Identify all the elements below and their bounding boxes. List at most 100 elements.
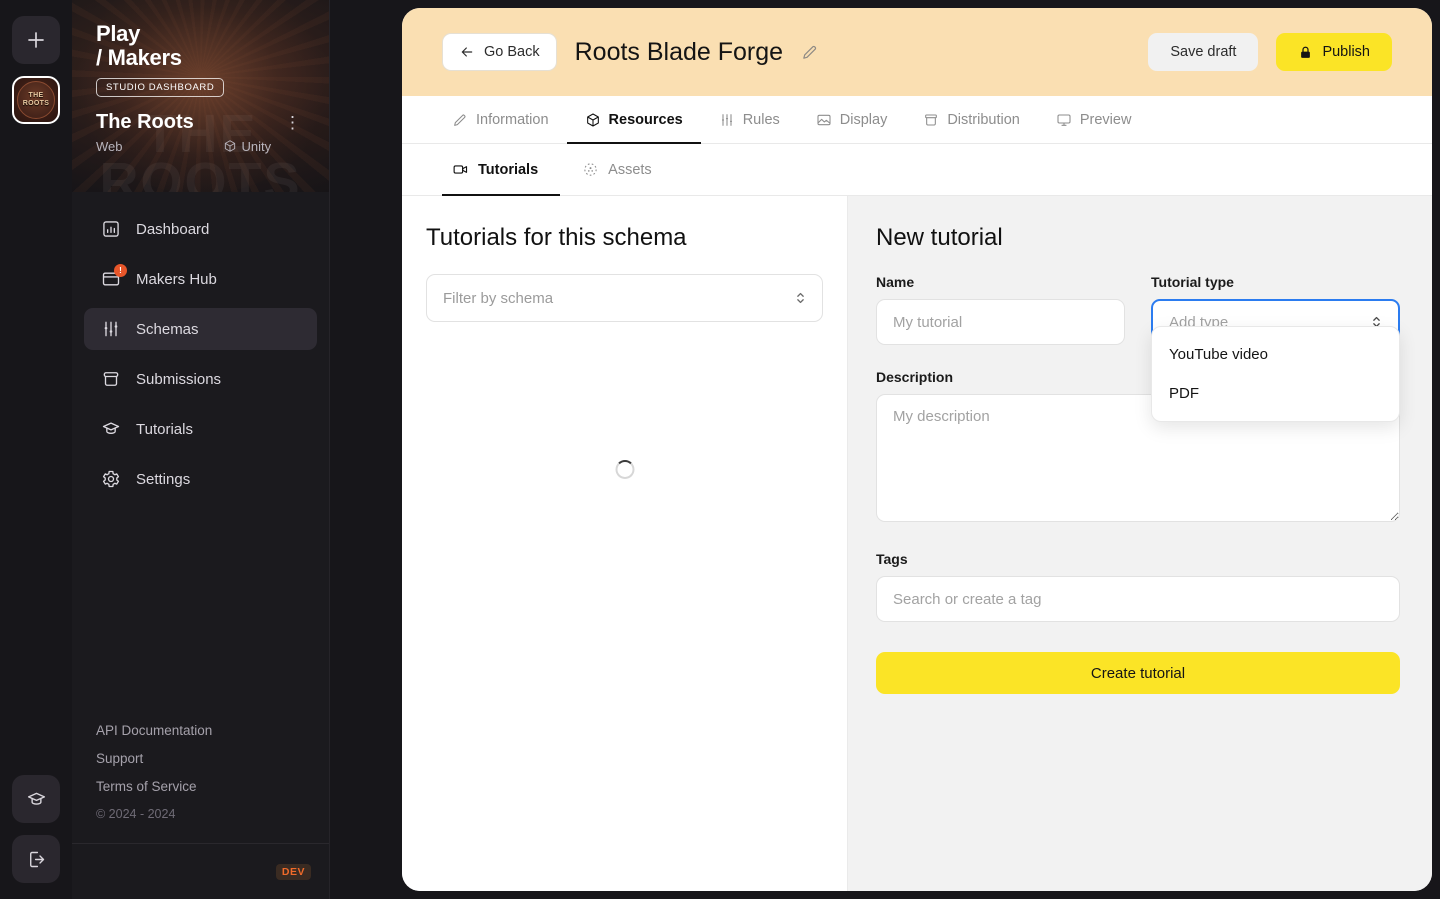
sidebar-item-label: Dashboard bbox=[136, 220, 210, 238]
name-input[interactable] bbox=[876, 299, 1125, 345]
go-back-label: Go Back bbox=[484, 44, 540, 60]
logout-button[interactable] bbox=[12, 835, 60, 883]
field-tags: Tags bbox=[876, 551, 1400, 622]
tags-input[interactable] bbox=[876, 576, 1400, 622]
tutorial-type-label: Tutorial type bbox=[1151, 274, 1234, 290]
sidebar-hero: THE ROOTS Play / Makers STUDIO DASHBOARD … bbox=[72, 0, 329, 192]
dev-bar: DEV bbox=[72, 843, 329, 899]
tab-label: Information bbox=[476, 111, 549, 128]
workspace-avatar[interactable]: THE ROOTS bbox=[12, 76, 60, 124]
tab-label: Rules bbox=[742, 111, 780, 128]
go-back-button[interactable]: Go Back bbox=[442, 33, 557, 71]
tags-label: Tags bbox=[876, 551, 908, 567]
video-camera-icon bbox=[453, 165, 468, 174]
sidebar-item-settings[interactable]: Settings bbox=[84, 458, 317, 500]
logout-icon bbox=[29, 851, 44, 867]
dropdown-option-pdf[interactable]: PDF bbox=[1152, 374, 1399, 413]
archive-box-icon bbox=[100, 368, 122, 390]
tutorials-list-heading: Tutorials for this schema bbox=[426, 224, 687, 251]
link-terms-of-service[interactable]: Terms of Service bbox=[96, 779, 305, 794]
sidebar: THE ROOTS Play / Makers STUDIO DASHBOARD … bbox=[72, 0, 330, 899]
tab-label: Preview bbox=[1079, 111, 1132, 128]
link-api-documentation[interactable]: API Documentation bbox=[96, 723, 305, 738]
filter-by-schema-select[interactable]: Filter by schema bbox=[426, 274, 823, 322]
field-tutorial-type: Tutorial type Add type YouTube video PDF bbox=[1151, 274, 1400, 422]
arrow-left-icon bbox=[461, 47, 473, 57]
sidebar-item-makers-hub[interactable]: ! Makers Hub bbox=[84, 258, 317, 300]
name-label: Name bbox=[876, 274, 915, 290]
studio-dashboard-badge: STUDIO DASHBOARD bbox=[96, 77, 225, 97]
content-split: Tutorials for this schema Filter by sche… bbox=[402, 196, 1432, 891]
sidebar-footer: API Documentation Support Terms of Servi… bbox=[72, 723, 329, 843]
sidebar-item-label: Schemas bbox=[136, 320, 199, 338]
brand-logo: Play / Makers bbox=[96, 22, 305, 70]
chart-bar-icon bbox=[100, 218, 122, 240]
chevron-updown-icon bbox=[795, 290, 806, 306]
link-support[interactable]: Support bbox=[96, 751, 305, 766]
image-icon bbox=[817, 114, 831, 125]
tab-label: Display bbox=[839, 111, 888, 128]
avatar-label: THE ROOTS bbox=[22, 92, 50, 107]
platform-unity: Unity bbox=[223, 138, 272, 154]
filter-by-schema-placeholder: Filter by schema bbox=[443, 289, 554, 307]
sub-tabs: Tutorials Assets bbox=[402, 144, 1432, 196]
platform-unity-label: Unity bbox=[241, 138, 272, 154]
sidebar-item-label: Settings bbox=[136, 470, 191, 488]
main-area: Go Back Roots Blade Forge Save draft Pub… bbox=[330, 0, 1440, 899]
tab-distribution[interactable]: Distribution bbox=[905, 96, 1038, 143]
new-tutorial-heading: New tutorial bbox=[876, 224, 1003, 251]
sidebar-item-dashboard[interactable]: Dashboard bbox=[84, 208, 317, 250]
add-workspace-button[interactable] bbox=[12, 16, 60, 64]
platform-web: Web bbox=[96, 139, 123, 154]
brand-line-1: Play bbox=[96, 21, 141, 46]
cube-icon bbox=[586, 112, 599, 127]
tab-information[interactable]: Information bbox=[442, 96, 567, 143]
dropdown-option-youtube-video[interactable]: YouTube video bbox=[1152, 335, 1399, 374]
tab-label: Distribution bbox=[947, 111, 1020, 128]
plus-icon bbox=[28, 32, 44, 48]
subtab-label: Tutorials bbox=[478, 161, 539, 178]
platform-row: Web Unity bbox=[96, 139, 305, 154]
sidebar-item-label: Makers Hub bbox=[136, 270, 217, 288]
scatter-dots-icon bbox=[584, 163, 597, 176]
monitor-icon bbox=[1057, 113, 1071, 126]
workspace-name: The Roots bbox=[96, 110, 194, 133]
new-tutorial-form-pane: New tutorial Name Tutorial type Add type bbox=[848, 196, 1432, 891]
save-draft-button[interactable]: Save draft bbox=[1148, 33, 1259, 71]
gear-icon bbox=[100, 468, 122, 490]
makers-hub-badge: ! bbox=[114, 264, 127, 277]
workspace-menu-button[interactable]: ⋮ bbox=[280, 114, 305, 131]
form-row-name-type: Name Tutorial type Add type You bbox=[876, 274, 1400, 422]
dev-environment-tag: DEV bbox=[275, 863, 311, 880]
main-tabs: Information Resources Rules Display Dist… bbox=[402, 96, 1432, 144]
publish-button[interactable]: Publish bbox=[1276, 33, 1392, 71]
tab-preview[interactable]: Preview bbox=[1038, 96, 1150, 143]
cube-icon bbox=[224, 140, 235, 152]
sidebar-item-tutorials[interactable]: Tutorials bbox=[84, 408, 317, 450]
rail-tutorials-button[interactable] bbox=[12, 775, 60, 823]
publish-label: Publish bbox=[1322, 44, 1370, 60]
create-tutorial-button[interactable]: Create tutorial bbox=[876, 652, 1400, 694]
sidebar-item-schemas[interactable]: Schemas bbox=[84, 308, 317, 350]
tab-resources[interactable]: Resources bbox=[566, 96, 701, 144]
sliders-icon bbox=[721, 113, 732, 126]
tutorials-list-pane: Tutorials for this schema Filter by sche… bbox=[402, 196, 848, 891]
graduation-cap-icon bbox=[27, 792, 45, 805]
edit-title-button[interactable] bbox=[801, 44, 818, 61]
top-bar: Go Back Roots Blade Forge Save draft Pub… bbox=[402, 8, 1432, 96]
subtab-label: Assets bbox=[608, 161, 652, 178]
graduation-cap-icon bbox=[100, 418, 122, 440]
tab-label: Resources bbox=[608, 111, 683, 128]
archive-icon bbox=[925, 113, 938, 126]
tab-display[interactable]: Display bbox=[798, 96, 906, 143]
subtab-tutorials[interactable]: Tutorials bbox=[442, 144, 561, 196]
sidebar-item-submissions[interactable]: Submissions bbox=[84, 358, 317, 400]
subtab-assets[interactable]: Assets bbox=[560, 144, 674, 195]
window-icon: ! bbox=[100, 264, 127, 290]
sidebar-item-label: Tutorials bbox=[136, 420, 193, 438]
workspace-row: The Roots ⋮ bbox=[96, 111, 305, 134]
pencil-square-icon bbox=[454, 114, 466, 126]
tab-rules[interactable]: Rules bbox=[701, 96, 798, 143]
platform-web-label: Web bbox=[96, 138, 123, 154]
rail-bottom-actions bbox=[0, 775, 72, 883]
